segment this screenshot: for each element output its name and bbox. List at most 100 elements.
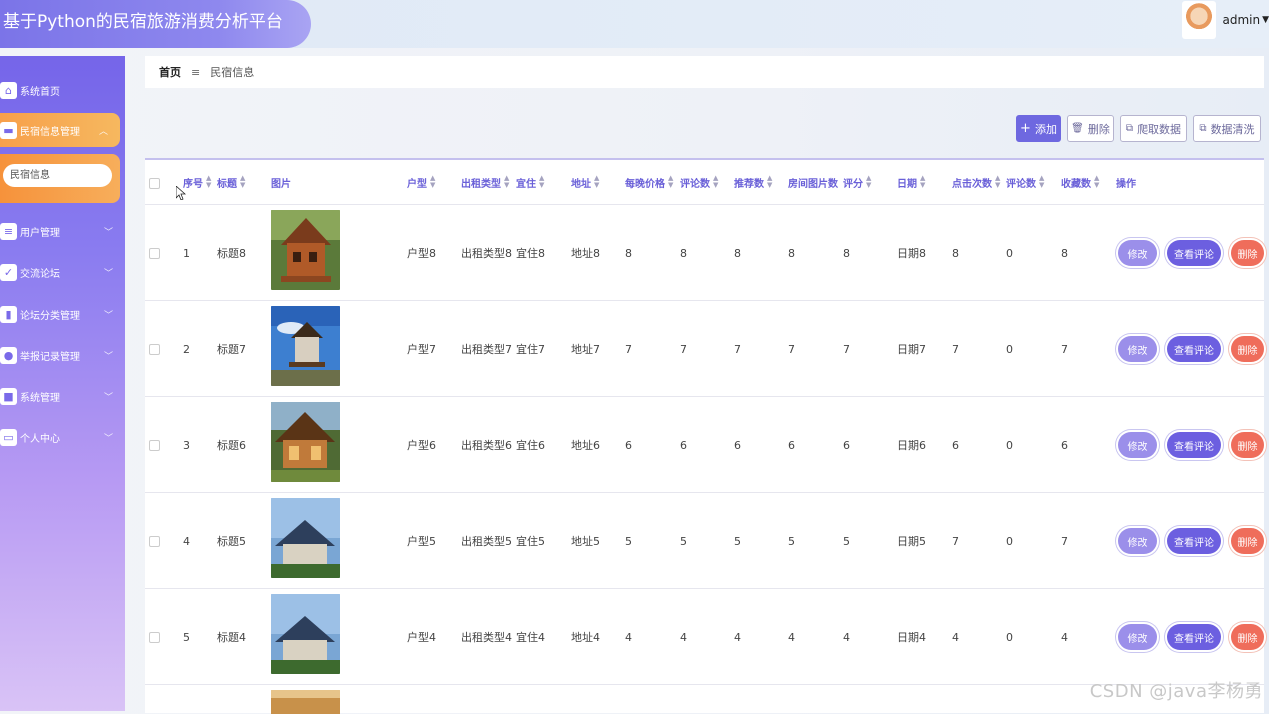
column-header-price[interactable]: 每晚价格 ▲ ▼ [625,160,673,204]
sort-icon[interactable]: ▲ ▼ [594,175,599,189]
cell-recommend: 8 [734,246,741,260]
view-reviews-button[interactable]: 查看评论 [1167,432,1221,458]
row-delete-button[interactable]: 删除 [1231,624,1264,650]
row-delete-button[interactable]: 删除 [1231,528,1264,554]
column-header-rent-type[interactable]: 出租类型 ▲ ▼ [461,160,509,204]
bulb-icon: ● [0,346,17,364]
sort-icon[interactable]: ▲ ▼ [767,175,772,189]
column-header-room-images[interactable]: 房间图片数 [788,160,838,204]
column-header-room-type[interactable]: 户型 ▲ ▼ [407,160,435,204]
edit-button[interactable]: 修改 [1118,528,1157,554]
edit-button[interactable]: 修改 [1118,624,1157,650]
column-header-recommend[interactable]: 推荐数 ▲ ▼ [734,160,772,204]
clean-data-button[interactable]: ⧉ 数据清洗 [1193,115,1261,142]
cell-clicks: 8 [952,246,959,260]
row-checkbox[interactable] [149,248,160,259]
chevron-down-icon: ﹀ [103,433,113,444]
view-reviews-button[interactable]: 查看评论 [1167,528,1221,554]
table-row: 4 标题5 户型5 出租类型5 宜住5 地址5 5 5 5 5 5 日期5 7 … [145,492,1264,589]
cell-title: 标题8 [217,247,246,260]
cell-comments: 5 [680,534,687,548]
sort-icon[interactable]: ▲ ▼ [504,175,509,189]
column-header-favorites[interactable]: 收藏数 ▲ ▼ [1061,160,1099,204]
cell-recommend: 7 [734,342,741,356]
sidebar-item-forum[interactable]: ✓ 交流论坛 ﹀ [0,255,125,289]
sidebar-subitem-homestay-info[interactable]: 民宿信息 [3,164,112,187]
sort-icon[interactable]: ▲ ▼ [920,175,925,189]
sidebar-item-forum-category[interactable]: ▮ 论坛分类管理 ﹀ [0,297,125,331]
plus-icon: + [1020,121,1031,136]
column-header-clicks[interactable]: 点击次数 ▲ ▼ [952,160,1000,204]
sidebar-item-profile[interactable]: ▭ 个人中心 ﹀ [0,420,125,454]
homestay-image [271,210,340,290]
row-delete-button[interactable]: 删除 [1231,432,1264,458]
column-header-index[interactable]: 序号 ▲ ▼ [183,160,211,204]
sidebar-item-users[interactable]: ≡ 用户管理 ﹀ [0,214,125,248]
sidebar-item-reports[interactable]: ● 举报记录管理 ﹀ [0,338,125,372]
cell-rent-type: 出租类型8 [461,247,512,260]
cell-date: 日期7 [897,343,926,356]
cell-comments: 8 [680,246,687,260]
crawl-data-button[interactable]: ⧉ 爬取数据 [1120,115,1187,142]
add-button[interactable]: + 添加 [1016,115,1061,142]
cell-index: 2 [183,342,190,356]
cell-score: 8 [843,246,850,260]
cell-address: 地址5 [571,535,600,548]
cell-favorites: 8 [1061,246,1068,260]
column-header-title[interactable]: 标题 ▲ ▼ [217,160,245,204]
sort-icon[interactable]: ▲ ▼ [995,175,1000,189]
submenu: 民宿信息 [0,154,120,203]
view-reviews-button[interactable]: 查看评论 [1167,240,1221,266]
sort-icon[interactable]: ▲ ▼ [668,175,673,189]
row-checkbox[interactable] [149,536,160,547]
edit-button[interactable]: 修改 [1118,432,1157,458]
cell-price: 8 [625,246,632,260]
cell-date: 日期5 [897,535,926,548]
sort-icon[interactable]: ▲ ▼ [240,175,245,189]
cell-room-images: 4 [788,630,795,644]
sidebar-item-label: 系统首页 [20,86,60,98]
column-header-score[interactable]: 评分 ▲ ▼ [843,160,871,204]
edit-button[interactable]: 修改 [1118,240,1157,266]
caret-down-icon[interactable]: ▼ [1262,15,1269,25]
sort-icon[interactable]: ▲ ▼ [206,175,211,189]
sidebar-item-home[interactable]: ⌂ 系统首页 [0,73,125,107]
delete-button[interactable]: 🗑 删除 [1067,115,1114,142]
row-checkbox[interactable] [149,344,160,355]
table-row: 3 标题6 户型6 出租类型6 宜住6 地址6 6 6 6 6 6 日期6 6 … [145,396,1264,493]
sort-icon[interactable]: ▲ ▼ [539,175,544,189]
sidebar-item-homestay-management[interactable]: ▬ 民宿信息管理 ︿ [0,113,120,147]
column-header-address[interactable]: 地址 ▲ ▼ [571,160,599,204]
cell-clicks: 6 [952,438,959,452]
row-checkbox[interactable] [149,632,160,643]
sort-icon[interactable]: ▲ ▼ [866,175,871,189]
cell-favorites: 7 [1061,342,1068,356]
view-reviews-button[interactable]: 查看评论 [1167,336,1221,362]
row-delete-button[interactable]: 删除 [1231,336,1264,362]
homestay-image [271,498,340,578]
breadcrumb-home[interactable]: 首页 [159,64,181,80]
sidebar-item-system[interactable]: ■ 系统管理 ﹀ [0,379,125,413]
view-reviews-button[interactable]: 查看评论 [1167,624,1221,650]
column-header-reviews[interactable]: 评论数 ▲ ▼ [1006,160,1044,204]
select-all-checkbox[interactable] [149,178,160,189]
sidebar-item-label: 论坛分类管理 [20,310,80,322]
copy-icon: ⧉ [1199,123,1207,134]
cell-recommend: 6 [734,438,741,452]
user-name[interactable]: admin [1222,13,1260,27]
sort-icon[interactable]: ▲ ▼ [1039,175,1044,189]
sort-icon[interactable]: ▲ ▼ [713,175,718,189]
cell-address: 地址4 [571,631,600,644]
row-delete-button[interactable]: 删除 [1231,240,1264,266]
column-header-comments[interactable]: 评论数 ▲ ▼ [680,160,718,204]
column-header-suitable[interactable]: 宜住 ▲ ▼ [516,160,544,204]
sort-icon[interactable]: ▲ ▼ [430,175,435,189]
user-menu[interactable]: admin ▼ [1182,0,1269,40]
sort-icon[interactable]: ▲ ▼ [1094,175,1099,189]
column-header-date[interactable]: 日期 ▲ ▼ [897,160,925,204]
row-checkbox[interactable] [149,440,160,451]
homestay-image [271,306,340,386]
cell-title: 标题5 [217,535,246,548]
avatar[interactable] [1182,1,1217,39]
edit-button[interactable]: 修改 [1118,336,1157,362]
